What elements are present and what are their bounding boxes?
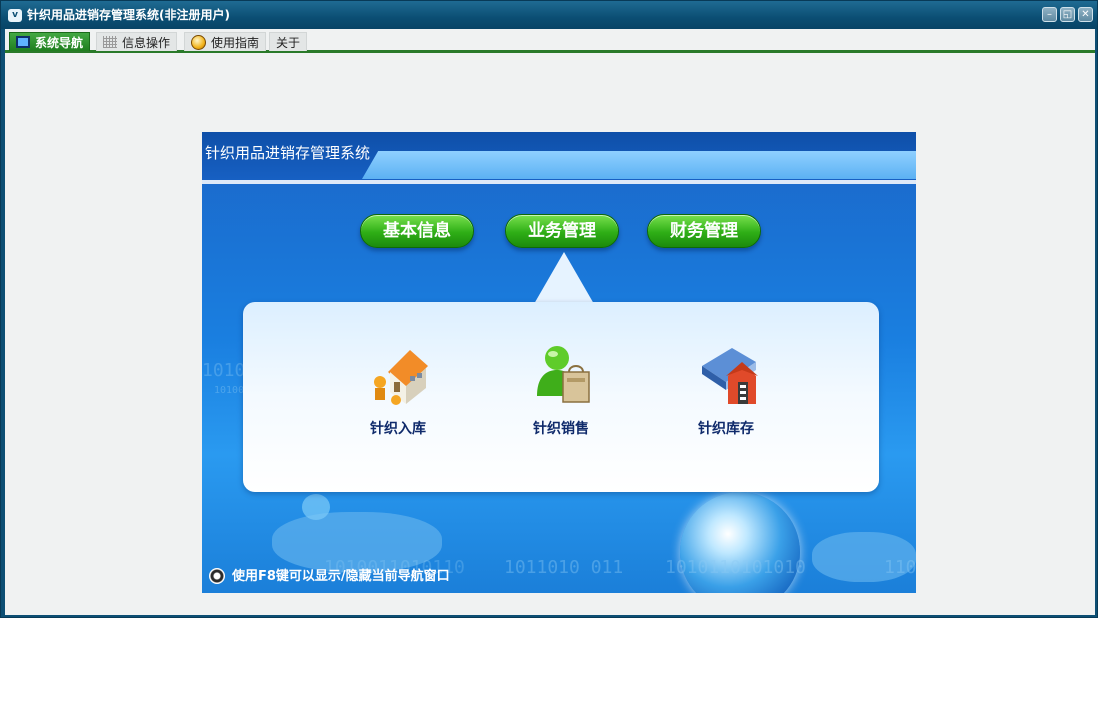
map-shape [302, 494, 330, 520]
header-stripe [362, 151, 916, 179]
tab-label: 系统导航 [35, 35, 84, 50]
tab-about[interactable]: 关于 [269, 32, 308, 51]
tab-label: 关于 [276, 35, 301, 50]
tab-info-operations[interactable]: 信息操作 [96, 32, 178, 51]
knit-sales-item[interactable]: 针织销售 [506, 342, 616, 452]
tab-label: 信息操作 [122, 35, 171, 50]
item-label: 针织销售 [533, 421, 589, 437]
category-basic-info-button[interactable]: 基本信息 [360, 214, 474, 248]
selection-pointer [534, 252, 594, 304]
nav-header: 针织用品进销存管理系统 [202, 132, 916, 180]
category-finance-management-button[interactable]: 财务管理 [647, 214, 761, 248]
app-logo-icon: v [8, 9, 22, 22]
binary-decoration: 1010110101010 [665, 557, 806, 578]
nav-title: 针织用品进销存管理系统 [205, 144, 371, 162]
hint-icon [209, 568, 225, 584]
submenu-panel: 针织入库 针织销售 针织库存 [243, 302, 879, 492]
binary-decoration: 1011010 011 [504, 557, 624, 578]
navigation-hint: 使用F8键可以显示/隐藏当前导航窗口 [232, 569, 450, 584]
grid-icon [103, 36, 117, 48]
navigation-panel: 针织用品进销存管理系统 1010 10100 1010011010110 101… [202, 132, 916, 593]
title-bar[interactable]: v 针织用品进销存管理系统(非注册用户) – ◱ ✕ [1, 1, 1097, 29]
close-button[interactable]: ✕ [1078, 7, 1093, 22]
divider [202, 180, 916, 184]
window-title: 针织用品进销存管理系统(非注册用户) [27, 8, 230, 22]
app-window: v 针织用品进销存管理系统(非注册用户) – ◱ ✕ 系统导航 信息操作 使用指… [0, 0, 1098, 618]
tab-label: 使用指南 [211, 35, 260, 50]
tab-user-guide[interactable]: 使用指南 [184, 32, 267, 51]
restore-button[interactable]: ◱ [1060, 7, 1075, 22]
tab-system-navigation[interactable]: 系统导航 [9, 32, 91, 51]
client-area: 系统导航 信息操作 使用指南 关于 针织用品进销存管理系统 1010 10100 [5, 29, 1095, 615]
knit-stock-in-item[interactable]: 针织入库 [343, 342, 453, 452]
shopping-person-icon [537, 346, 590, 403]
minimize-button[interactable]: – [1042, 7, 1057, 22]
guide-icon [191, 34, 206, 50]
binary-decoration: 110 [884, 557, 916, 578]
inventory-book-icon [702, 348, 758, 404]
item-label: 针织入库 [370, 421, 426, 437]
item-label: 针织库存 [698, 421, 754, 437]
monitor-icon [16, 36, 30, 48]
knit-inventory-item[interactable]: 针织库存 [671, 342, 781, 452]
binary-decoration: 10100 [214, 385, 245, 396]
category-business-management-button[interactable]: 业务管理 [505, 214, 619, 248]
binary-decoration: 1010 [202, 360, 246, 381]
warehouse-in-icon [374, 350, 428, 405]
tab-bar: 系统导航 信息操作 使用指南 关于 [5, 29, 1095, 53]
